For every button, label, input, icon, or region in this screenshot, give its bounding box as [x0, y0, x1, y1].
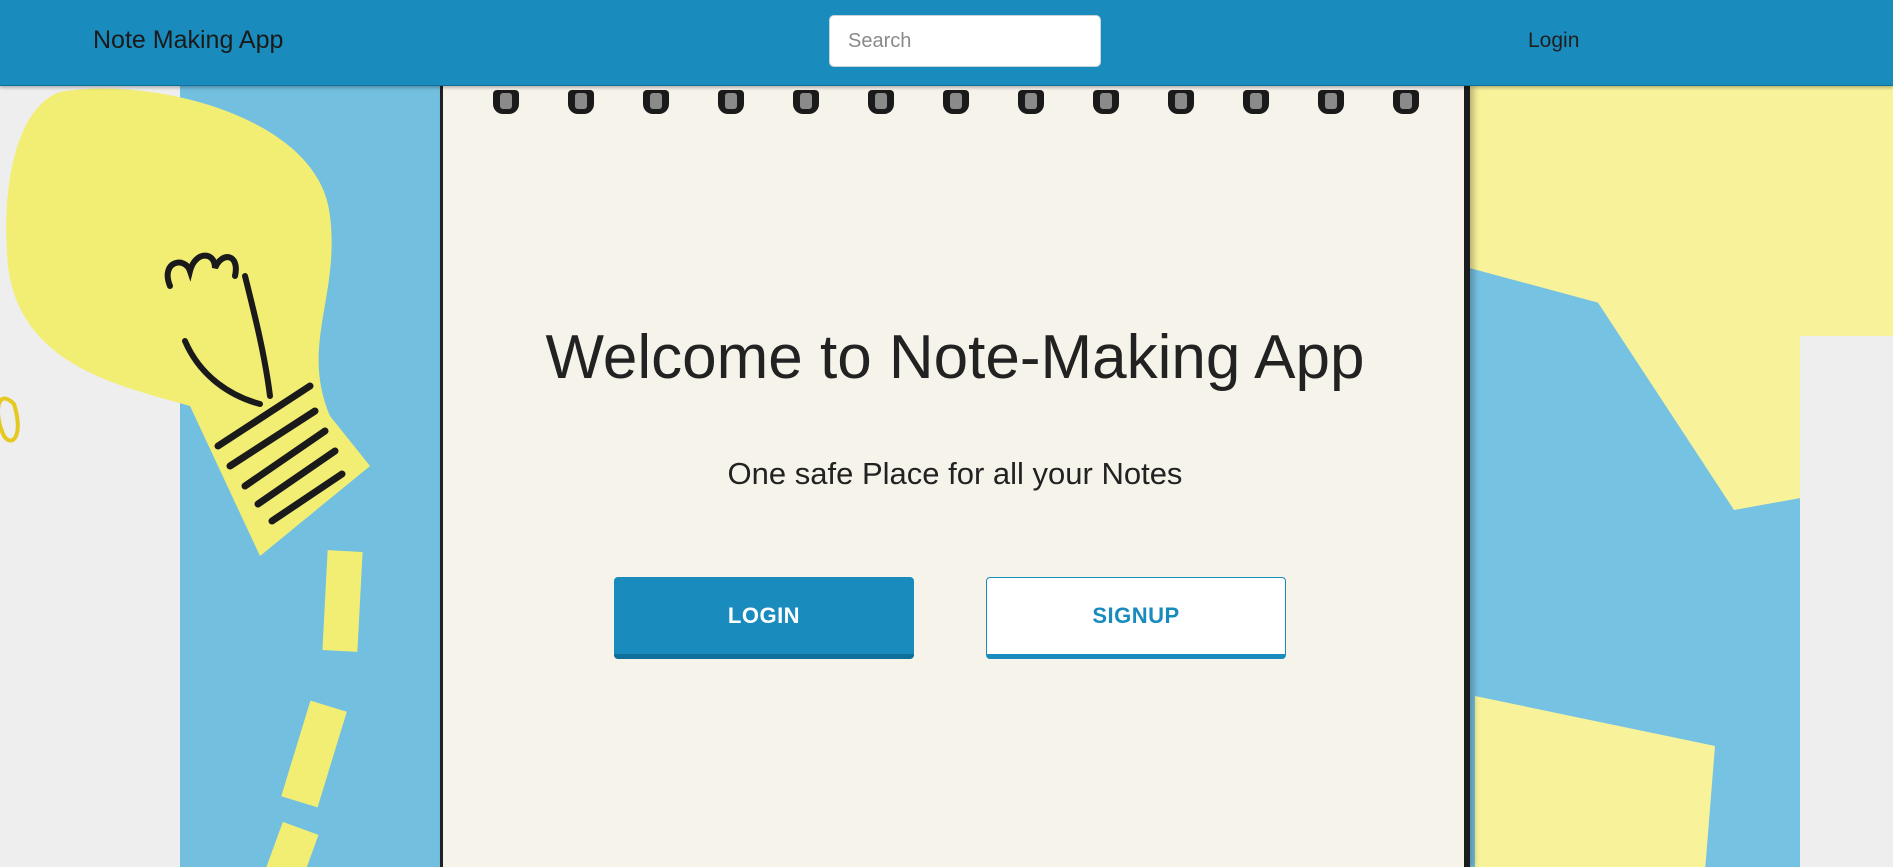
- ring-icon: [643, 90, 669, 114]
- login-button[interactable]: LOGIN: [614, 577, 914, 659]
- search-input[interactable]: [829, 15, 1101, 67]
- lightbulb-illustration-icon: [0, 88, 370, 867]
- background-white-right: [1800, 336, 1893, 867]
- ring-icon: [1393, 90, 1419, 114]
- ring-icon: [793, 90, 819, 114]
- ring-icon: [568, 90, 594, 114]
- page-subtitle: One safe Place for all your Notes: [727, 456, 1183, 491]
- ring-icon: [1018, 90, 1044, 114]
- ring-icon: [1318, 90, 1344, 114]
- notebook-card: Welcome to Note-Making App One safe Plac…: [440, 86, 1470, 867]
- hero-background: Welcome to Note-Making App One safe Plac…: [0, 86, 1893, 867]
- ring-icon: [1093, 90, 1119, 114]
- ring-icon: [718, 90, 744, 114]
- signup-button[interactable]: SIGNUP: [986, 577, 1286, 659]
- ring-icon: [868, 90, 894, 114]
- page-title: Welcome to Note-Making App: [545, 323, 1365, 392]
- navbar: Note Making App Login: [0, 0, 1893, 86]
- notebook-spiral-rings-icon: [443, 86, 1464, 120]
- ring-icon: [1168, 90, 1194, 114]
- ring-icon: [1243, 90, 1269, 114]
- ring-icon: [493, 90, 519, 114]
- ring-icon: [943, 90, 969, 114]
- nav-login-link[interactable]: Login: [1528, 29, 1579, 53]
- brand-link[interactable]: Note Making App: [93, 26, 283, 55]
